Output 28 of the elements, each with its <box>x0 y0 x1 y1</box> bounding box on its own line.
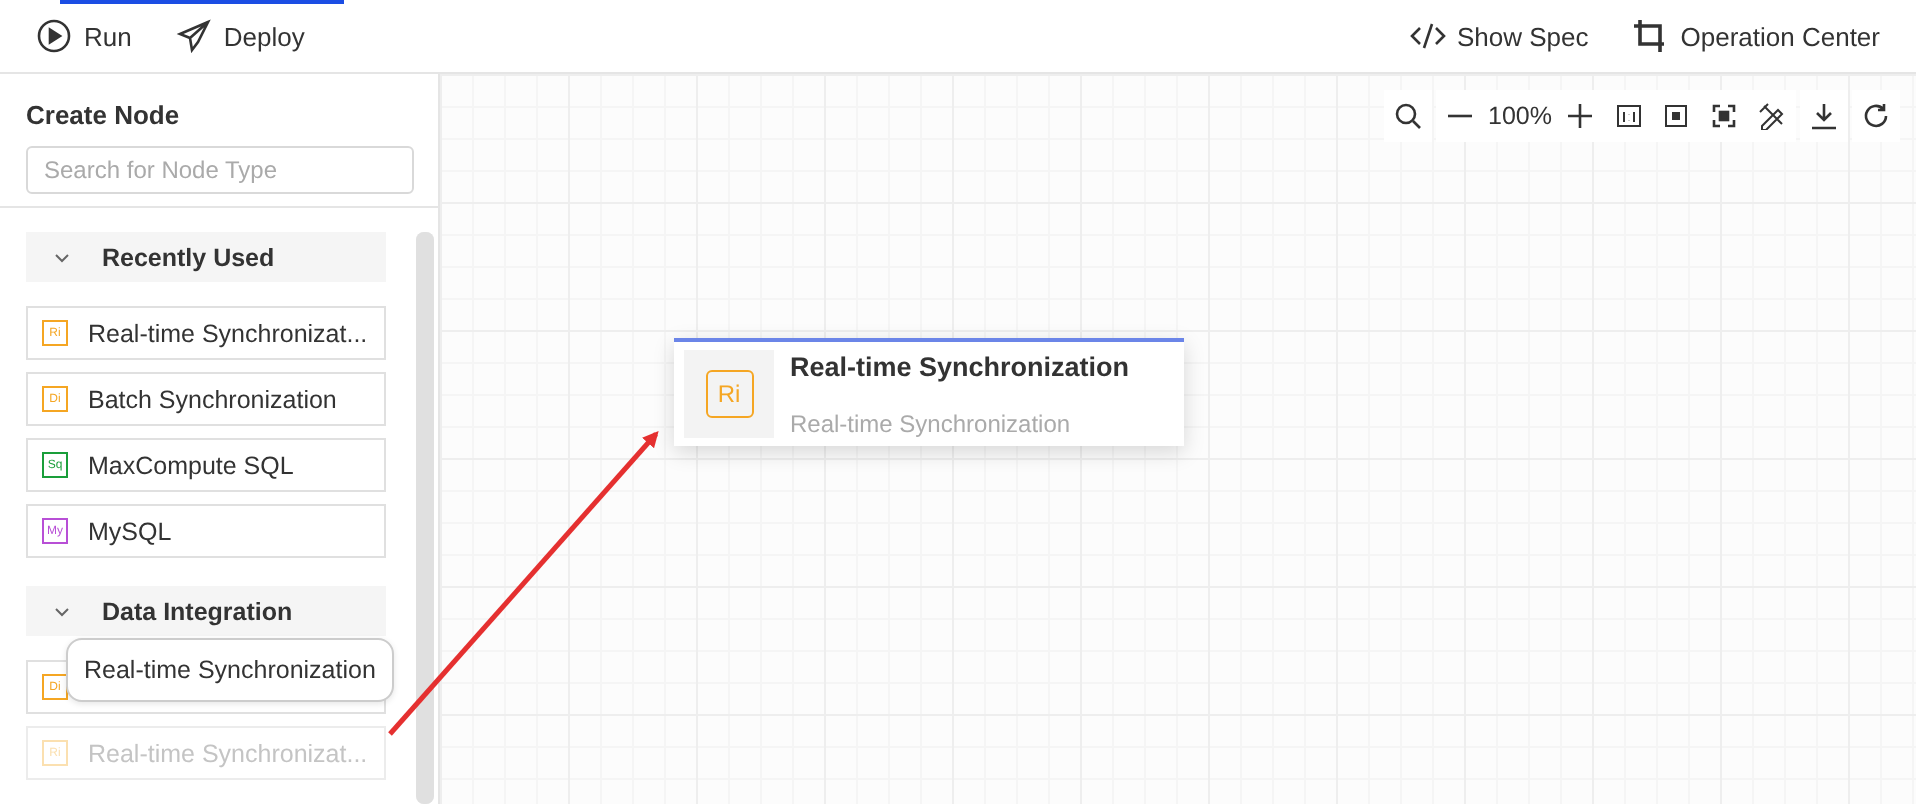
tooltip: Real-time Synchronization <box>66 638 394 702</box>
crop-icon <box>1632 18 1669 54</box>
node-subtitle: Real-time Synchronization <box>790 410 1073 438</box>
panel-title: Create Node <box>24 98 182 134</box>
node-title: Real-time Synchronization <box>790 352 1130 382</box>
node-type-icon: Ri <box>705 370 753 418</box>
item-label: Real-time Synchronizat... <box>88 739 368 767</box>
paper-plane-icon <box>175 18 212 54</box>
canvas-node[interactable]: Ri Real-time Synchronization Real-time Synchronization <box>674 338 1184 446</box>
scrollbar[interactable] <box>416 232 434 804</box>
item-label: MySQL <box>88 517 172 545</box>
zoom-level: 100% <box>1486 102 1554 130</box>
run-button[interactable]: Run <box>24 10 144 62</box>
group-header[interactable]: Recently Used <box>26 232 386 282</box>
item-label: Real-time Synchronizat... <box>88 319 368 347</box>
item-label: Batch Synchronization <box>88 385 337 413</box>
chevron-icon <box>54 251 70 263</box>
code-button[interactable]: Show Spec <box>1397 10 1601 62</box>
run-icon <box>36 18 72 54</box>
code-icon <box>1409 18 1445 54</box>
group-header[interactable]: Data Integration <box>26 586 386 636</box>
item-label: MaxCompute SQL <box>88 451 294 479</box>
search-field[interactable]: Search for Node Type <box>26 146 414 194</box>
group-title: Recently Used <box>102 243 275 271</box>
deploy-button[interactable]: Deploy <box>163 10 317 62</box>
crop-button[interactable]: Operation Center <box>1620 10 1892 62</box>
group-title: Data Integration <box>102 597 293 625</box>
chevron-icon <box>54 605 70 617</box>
